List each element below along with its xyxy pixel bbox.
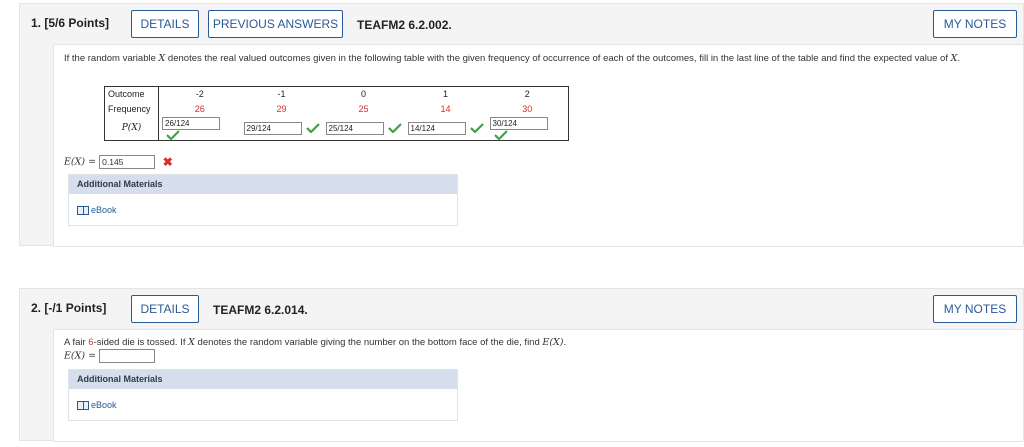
expected-value-input[interactable]: 0.145 — [99, 155, 156, 169]
probability-cell: 26/124 — [159, 116, 241, 141]
frequency-cell: 25 — [358, 104, 369, 114]
probability-cell: 30/124 — [487, 116, 569, 141]
question-2: 2. [-/1 Points] DETAILS TEAFM2 6.2.014. … — [19, 288, 1024, 442]
book-icon — [77, 205, 89, 215]
question-1-number-points: 1. [5/6 Points] — [31, 16, 110, 30]
outcome-cell: 0 — [360, 89, 366, 100]
probability-cell: 29/124 — [241, 117, 323, 141]
probability-cell: 25/124 — [323, 117, 405, 141]
checkmark-icon — [493, 130, 508, 141]
additional-materials-header: Additional Materials — [69, 370, 457, 389]
frequency-cell: 14 — [440, 104, 451, 114]
book-icon — [77, 400, 89, 410]
expected-value-row: E(X) = — [64, 349, 156, 363]
outcome-table: Outcome -2 -1 0 1 2 Frequency 26 29 25 1… — [104, 86, 569, 142]
question-1-code: TEAFM2 6.2.002. — [357, 18, 452, 32]
question-1-header: 1. [5/6 Points] DETAILS PREVIOUS ANSWERS… — [20, 4, 1023, 44]
outcome-cell: -2 — [195, 89, 204, 100]
probability-input[interactable]: 14/124 — [407, 121, 466, 135]
row-label-probability: P(X) — [104, 116, 159, 141]
question-2-header: 2. [-/1 Points] DETAILS TEAFM2 6.2.014. … — [20, 289, 1023, 329]
question-1-body: If the random variable X denotes the rea… — [53, 44, 1023, 247]
ebook-label: eBook — [91, 205, 117, 215]
my-notes-button[interactable]: MY NOTES — [933, 10, 1017, 38]
table-row-probability: P(X) 26/124 29/124 25/124 14/124 30/124 — [104, 116, 569, 141]
outcome-cell: 1 — [442, 89, 448, 100]
previous-answers-button[interactable]: PREVIOUS ANSWERS — [208, 10, 343, 38]
frequency-cell: 30 — [522, 104, 533, 114]
question-1: 1. [5/6 Points] DETAILS PREVIOUS ANSWERS… — [19, 3, 1024, 247]
checkmark-icon — [166, 130, 180, 141]
expected-value-input[interactable] — [99, 349, 156, 363]
probability-input[interactable]: 26/124 — [162, 116, 220, 130]
details-button[interactable]: DETAILS — [131, 10, 199, 38]
question-2-number-points: 2. [-/1 Points] — [31, 301, 107, 315]
incorrect-x-icon: ✖ — [162, 155, 173, 169]
additional-materials-panel: Additional Materials eBook — [68, 174, 458, 226]
table-row-frequency: Frequency 26 29 25 14 30 — [104, 101, 569, 117]
outcome-cell: 2 — [524, 89, 530, 100]
checkmark-icon — [305, 123, 320, 134]
checkmark-icon — [387, 123, 402, 134]
ebook-label: eBook — [91, 400, 117, 410]
question-2-body: A fair 6-sided die is tossed. If X denot… — [53, 329, 1023, 442]
probability-input[interactable]: 30/124 — [489, 116, 548, 130]
question-2-code: TEAFM2 6.2.014. — [213, 303, 308, 317]
checkmark-icon — [469, 123, 484, 134]
table-row-outcome: Outcome -2 -1 0 1 2 — [104, 86, 569, 102]
my-notes-button[interactable]: MY NOTES — [933, 295, 1017, 323]
probability-input[interactable]: 25/124 — [325, 121, 384, 135]
outcome-cell: -1 — [277, 89, 286, 100]
additional-materials-panel: Additional Materials eBook — [68, 369, 458, 421]
row-label-outcome: Outcome — [104, 86, 159, 102]
additional-materials-header: Additional Materials — [69, 175, 457, 194]
question-1-prompt: If the random variable X denotes the rea… — [64, 53, 960, 64]
row-label-frequency: Frequency — [104, 101, 159, 117]
question-2-prompt: A fair 6-sided die is tossed. If X denot… — [64, 337, 567, 348]
ebook-link[interactable]: eBook — [77, 400, 117, 410]
expected-value-row: E(X) = 0.145 ✖ — [64, 155, 173, 169]
probability-cell: 14/124 — [405, 117, 487, 141]
details-button[interactable]: DETAILS — [131, 295, 199, 323]
probability-input[interactable]: 29/124 — [243, 121, 302, 135]
ebook-link[interactable]: eBook — [77, 205, 117, 215]
frequency-cell: 29 — [276, 104, 287, 114]
frequency-cell: 26 — [194, 104, 205, 114]
expected-value-label: E(X) = — [64, 350, 100, 362]
expected-value-label: E(X) = — [64, 156, 100, 168]
